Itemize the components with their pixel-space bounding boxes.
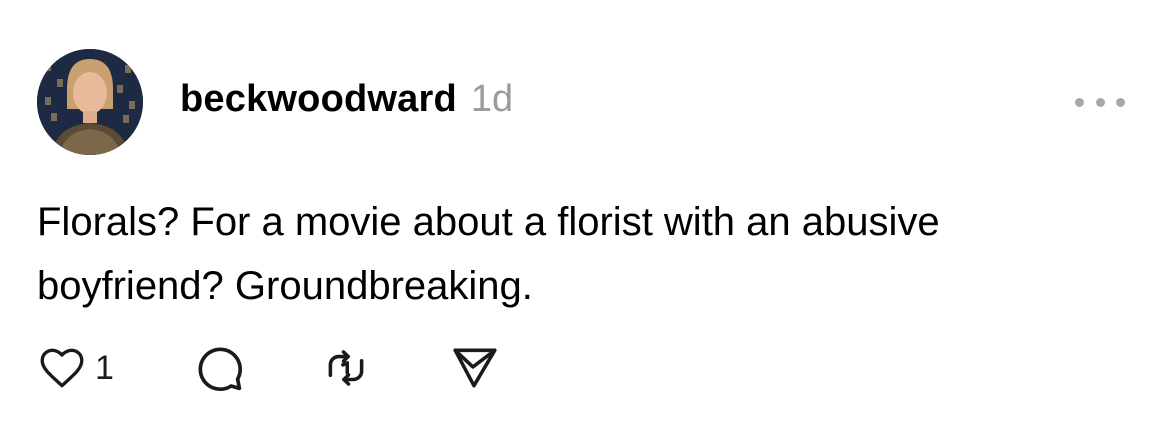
send-icon — [453, 348, 497, 388]
post-header: beckwoodward 1d — [180, 78, 513, 128]
avatar-image — [37, 49, 143, 155]
share-button[interactable] — [450, 340, 500, 396]
timestamp[interactable]: 1d — [471, 78, 513, 121]
more-horizontal-icon — [1075, 97, 1084, 107]
more-horizontal-icon-dot — [1095, 97, 1105, 107]
comment-bubble-icon — [198, 347, 243, 392]
repost-icon — [328, 350, 364, 386]
more-options-button[interactable] — [1075, 90, 1125, 114]
like-count: 1 — [95, 348, 114, 387]
like-button[interactable]: 1 — [37, 340, 114, 396]
repost-button[interactable] — [321, 340, 371, 396]
thread-post: beckwoodward 1d Florals? For a movie abo… — [0, 0, 1170, 432]
avatar[interactable] — [37, 49, 143, 155]
heart-icon — [40, 348, 84, 388]
post-text: Florals? For a movie about a florist wit… — [37, 200, 940, 308]
more-horizontal-icon-dot — [1116, 97, 1125, 107]
reply-button[interactable] — [193, 340, 245, 396]
username[interactable]: beckwoodward — [180, 78, 457, 121]
